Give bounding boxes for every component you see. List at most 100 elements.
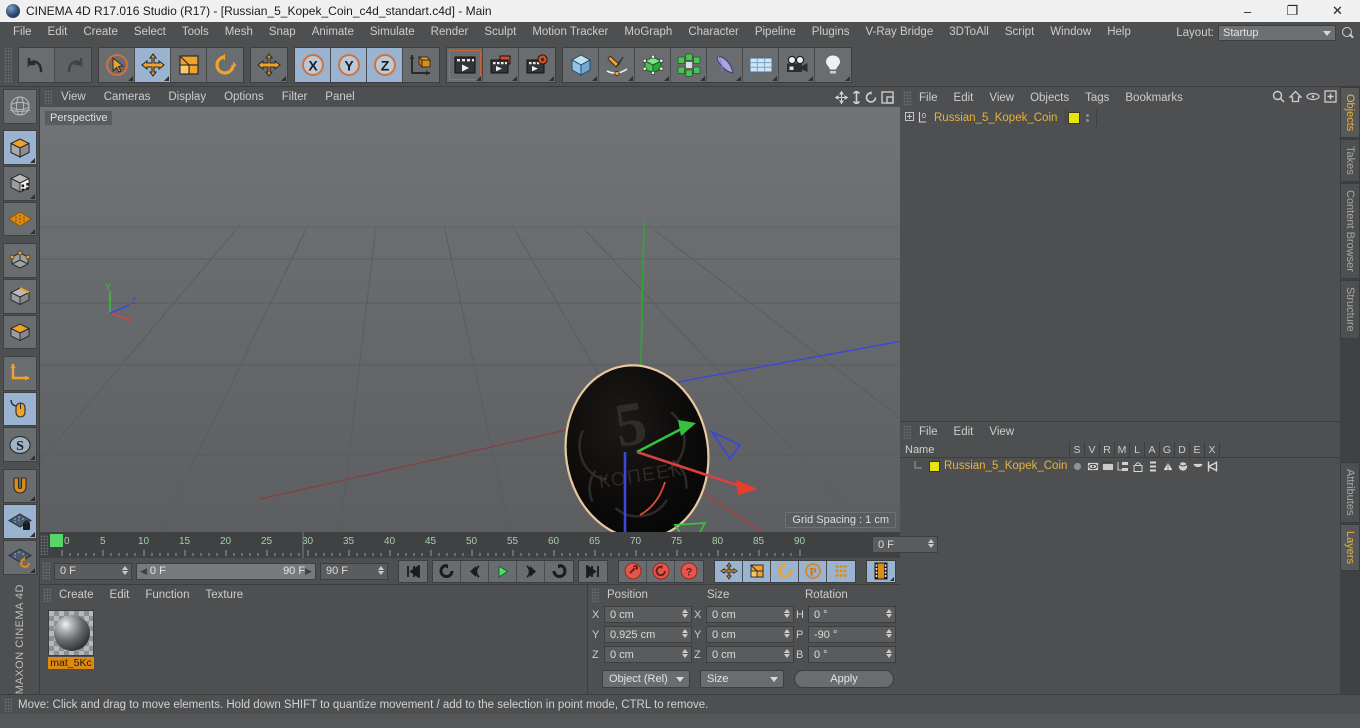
timeline-filmstrip-button[interactable] <box>867 560 895 582</box>
menu-mesh[interactable]: Mesh <box>217 22 261 43</box>
key-parameter-button[interactable]: P <box>799 560 827 582</box>
transform-tool[interactable] <box>251 47 287 82</box>
go-to-previous-key-button[interactable] <box>433 560 461 582</box>
add-generator-button[interactable] <box>635 47 671 82</box>
add-cube-button[interactable] <box>563 47 599 82</box>
z-axis-lock[interactable]: Z <box>367 47 403 82</box>
menu-character[interactable]: Character <box>680 22 747 43</box>
layer-animation-cell[interactable] <box>1145 461 1160 472</box>
menu-help[interactable]: Help <box>1099 22 1139 43</box>
current-frame-stepper[interactable] <box>122 565 128 575</box>
object-tag-swatch[interactable] <box>1068 111 1081 124</box>
render-view-button[interactable] <box>447 47 483 82</box>
coordinates-grip[interactable] <box>591 587 599 602</box>
viewport-pan-icon[interactable] <box>835 90 848 104</box>
rail-edges-mode[interactable] <box>2 278 37 314</box>
viewport-menu-filter[interactable]: Filter <box>273 91 317 103</box>
key-rotation-button[interactable] <box>771 560 799 582</box>
apply-button[interactable]: Apply <box>794 670 894 688</box>
perspective-viewport[interactable]: Perspective 5 КОПЕЕК Y Z X Grid Spacing … <box>40 107 900 532</box>
menu-3dtoall[interactable]: 3DToAll <box>941 22 997 43</box>
object-layer-badge[interactable]: 0 <box>918 111 931 124</box>
menu-mograph[interactable]: MoGraph <box>616 22 680 43</box>
rotate-tool[interactable] <box>207 47 243 82</box>
keyframe-selection-button[interactable]: ? <box>675 560 703 582</box>
go-to-next-key-button[interactable] <box>517 560 545 582</box>
layer-solo-cell[interactable] <box>1070 462 1085 471</box>
size-y-input[interactable]: 0 cm <box>706 626 794 643</box>
size-x-input[interactable]: 0 cm <box>706 606 794 623</box>
menu-render[interactable]: Render <box>423 22 477 43</box>
rail-viewport-solo[interactable] <box>2 391 37 427</box>
material-name[interactable]: mat_5Kc <box>48 657 94 669</box>
add-deformer-button[interactable] <box>707 47 743 82</box>
layer-manager-cell[interactable] <box>1115 461 1130 472</box>
menu-file[interactable]: File <box>5 22 40 43</box>
layer-render-cell[interactable] <box>1100 461 1115 471</box>
material-menu-texture[interactable]: Texture <box>197 589 251 601</box>
object-search-icon[interactable] <box>1272 90 1285 106</box>
rail-lock-workplane[interactable] <box>2 504 37 540</box>
layer-name[interactable]: Russian_5_Kopek_Coin <box>944 460 1067 472</box>
object-menu-tags[interactable]: Tags <box>1077 92 1117 104</box>
layer-row[interactable]: Russian_5_Kopek_Coin <box>900 458 1340 474</box>
tab-objects[interactable]: Objects <box>1340 87 1360 139</box>
current-frame-field[interactable]: 0 F <box>54 562 132 580</box>
play-backwards-button[interactable] <box>461 560 489 582</box>
size-mode-dropdown[interactable]: Size <box>700 670 784 688</box>
size-z-input[interactable]: 0 cm <box>706 646 794 663</box>
tab-takes[interactable]: Takes <box>1340 139 1360 183</box>
viewport-menu-cameras[interactable]: Cameras <box>95 91 160 103</box>
position-y-input[interactable]: 0.925 cm <box>604 626 692 643</box>
object-menu-bookmarks[interactable]: Bookmarks <box>1117 92 1191 104</box>
viewport-rotate-icon[interactable] <box>865 90 878 104</box>
add-camera-button[interactable] <box>779 47 815 82</box>
add-mograph-button[interactable] <box>671 47 707 82</box>
viewport-menu-options[interactable]: Options <box>215 91 273 103</box>
key-position-button[interactable] <box>715 560 743 582</box>
material-menu-edit[interactable]: Edit <box>102 589 138 601</box>
add-environment-button[interactable] <box>743 47 779 82</box>
object-row[interactable]: 0 Russian_5_Kopek_Coin <box>900 109 1340 126</box>
end-frame-field[interactable]: 90 F <box>320 562 388 580</box>
material-sphere-icon[interactable] <box>48 610 94 656</box>
layer-lock-cell[interactable] <box>1130 461 1145 472</box>
loop-button[interactable] <box>545 560 573 582</box>
rail-align-workplane[interactable] <box>2 540 37 575</box>
expand-plus-icon[interactable] <box>904 111 915 125</box>
rotation-h-input[interactable]: 0 ° <box>808 606 896 623</box>
menu-plugins[interactable]: Plugins <box>804 22 858 43</box>
rail-snap-enable[interactable] <box>2 468 37 504</box>
layer-menu-view[interactable]: View <box>981 426 1022 438</box>
rail-make-editable[interactable] <box>2 89 37 124</box>
minimize-button[interactable]: – <box>1225 0 1270 22</box>
add-light-button[interactable] <box>815 47 851 82</box>
material-menu-create[interactable]: Create <box>51 589 102 601</box>
coordinate-mode-dropdown[interactable]: Object (Rel) <box>602 670 690 688</box>
go-to-start-button[interactable] <box>399 560 427 582</box>
search-icon[interactable] <box>1340 25 1356 41</box>
layer-menu-file[interactable]: File <box>911 426 946 438</box>
menu-motion-tracker[interactable]: Motion Tracker <box>524 22 616 43</box>
material-list[interactable]: mat_5Kc <box>40 604 587 675</box>
timeline-ruler[interactable]: 0 5 10 15 20 25 30 35 40 45 50 55 60 65 … <box>40 532 938 558</box>
menu-snap[interactable]: Snap <box>261 22 304 43</box>
layer-xref-cell[interactable] <box>1205 461 1220 472</box>
menu-simulate[interactable]: Simulate <box>362 22 423 43</box>
layer-row-name-cell[interactable]: Russian_5_Kopek_Coin <box>900 460 1070 472</box>
rail-polygons-mode[interactable] <box>2 314 37 350</box>
rail-scale-mode[interactable]: S <box>2 427 37 463</box>
go-to-end-button[interactable] <box>579 560 607 582</box>
object-menu-objects[interactable]: Objects <box>1022 92 1077 104</box>
viewport-grip[interactable] <box>44 89 52 105</box>
key-pla-button[interactable] <box>827 560 855 582</box>
material-item[interactable]: mat_5Kc <box>48 610 94 669</box>
layer-deformer-cell[interactable] <box>1175 461 1190 472</box>
viewport-maximize-icon[interactable] <box>881 90 894 104</box>
menu-tools[interactable]: Tools <box>174 22 217 43</box>
object-home-icon[interactable] <box>1288 90 1303 106</box>
timeline-track[interactable]: 0 5 10 15 20 25 30 35 40 45 50 55 60 65 … <box>48 532 938 558</box>
layer-manager-grip[interactable] <box>903 425 911 439</box>
viewport-menu-panel[interactable]: Panel <box>316 91 363 103</box>
position-z-input[interactable]: 0 cm <box>604 646 692 663</box>
